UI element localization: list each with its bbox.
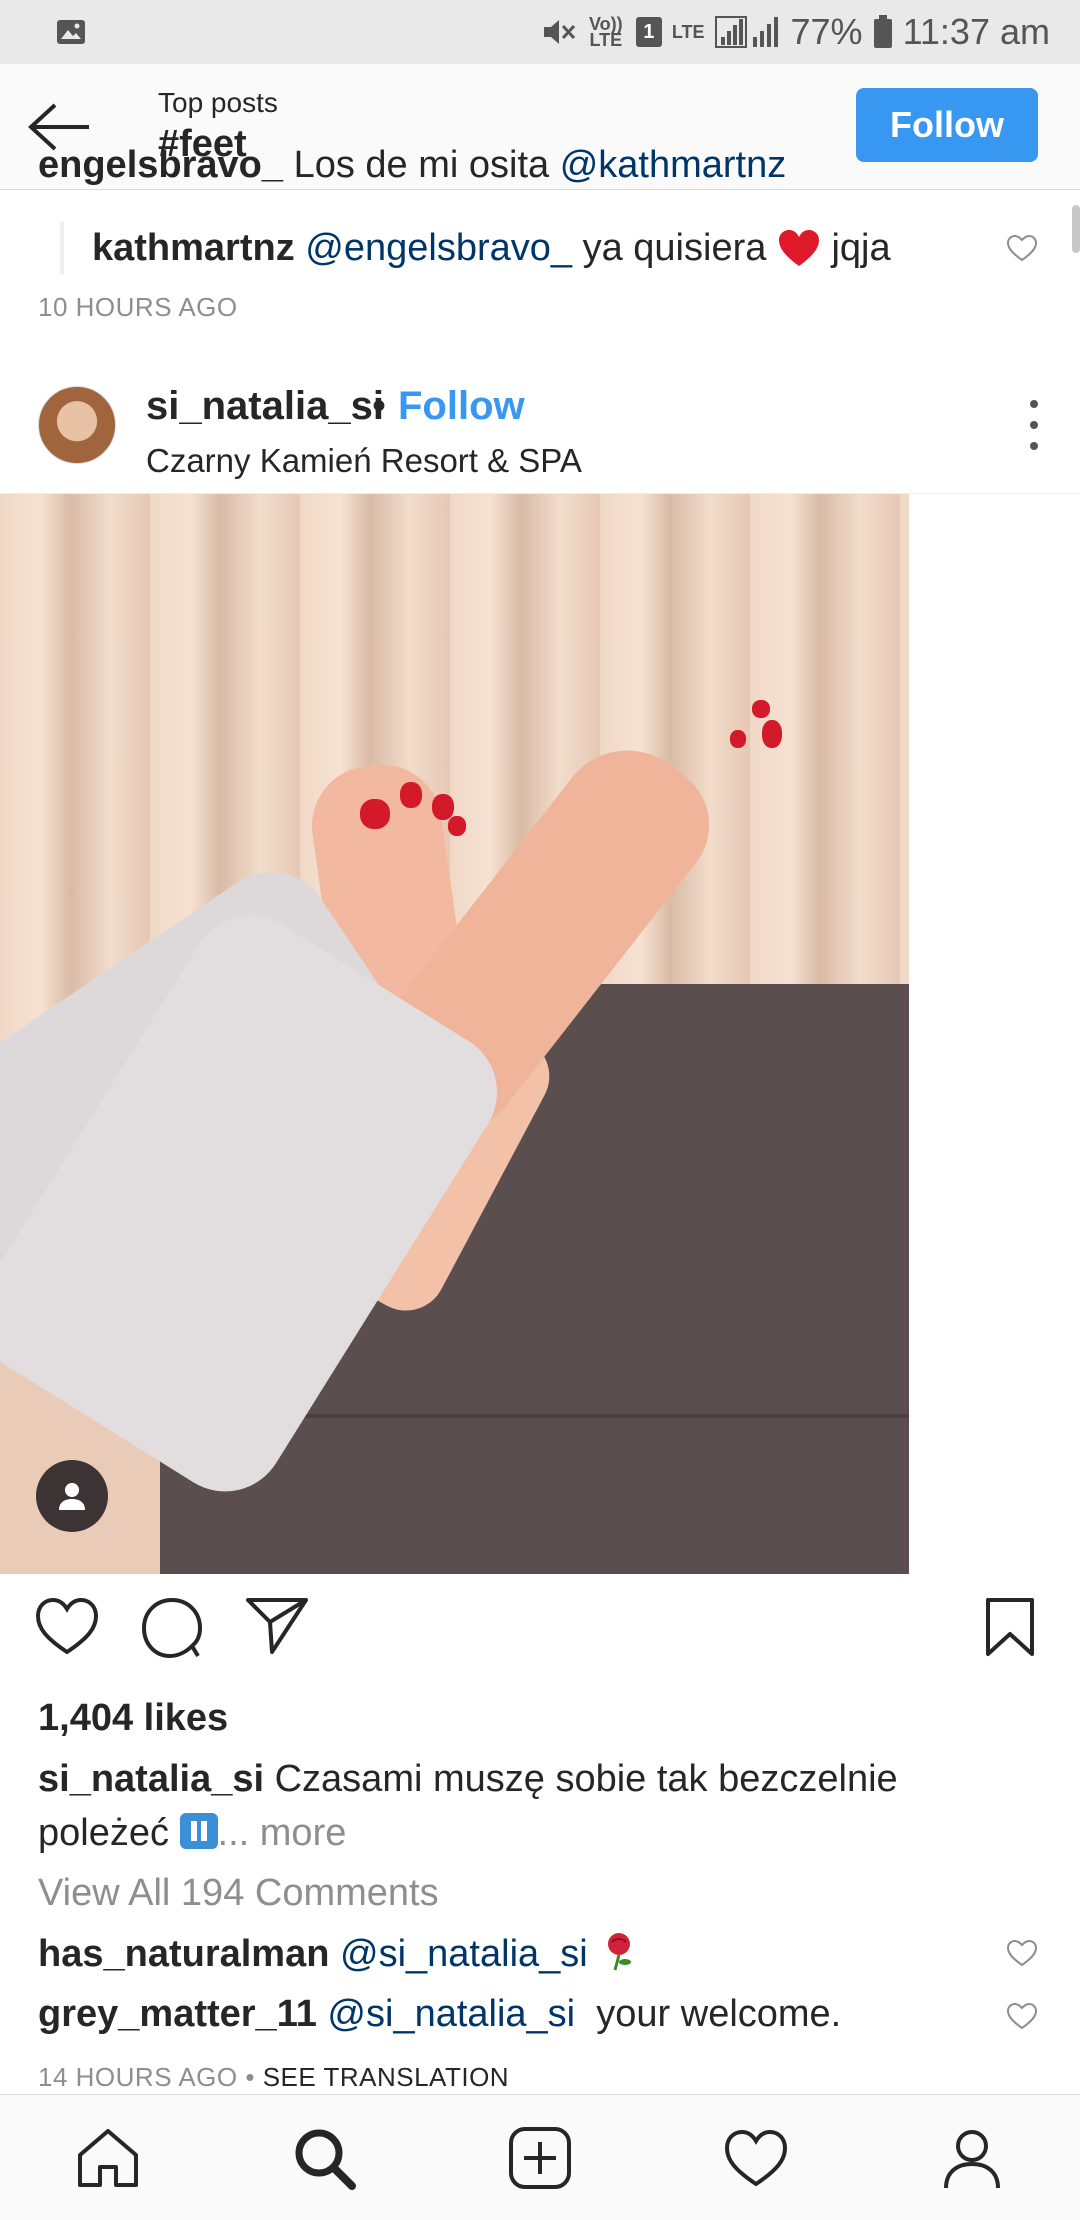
profile-icon [944,2129,1000,2188]
comment-row: grey_matter_11 @si_natalia_si your welco… [38,1993,841,2036]
pause-emoji-icon [179,1813,218,1849]
battery-percent: 77% [790,11,863,52]
previous-post-timestamp: 10 HOURS AGO [38,292,238,322]
photo-toe [400,782,422,808]
person-tag-icon [59,1483,85,1510]
nav-home[interactable] [63,2113,153,2203]
activity-heart-icon [724,2129,788,2186]
reply-text-end: jqja [831,226,891,269]
clock: 11:37 am [902,11,1050,52]
comment-mention[interactable]: @si_natalia_si [340,1933,588,1975]
gallery-notification-icon [57,20,85,44]
photo-toe [448,816,466,836]
comment-mention[interactable]: @kathmartnz [560,144,787,186]
post-caption: si_natalia_si Czasami muszę sobie tak be… [38,1752,1038,1860]
photo-toe [762,720,782,748]
sim-indicator: 1 [635,17,662,47]
nav-new-post[interactable] [495,2113,585,2203]
tagged-people-button[interactable] [36,1460,108,1532]
like-reply-heart-icon[interactable] [1006,234,1038,262]
nav-search[interactable] [279,2113,369,2203]
comment-text: your welcome. [596,1993,842,2035]
comment-bubble-icon[interactable] [140,1596,204,1660]
header-subtitle: Top posts [158,87,278,118]
nav-profile[interactable] [927,2113,1017,2203]
more-options-icon[interactable] [1028,400,1040,450]
home-icon [78,2128,138,2187]
photo-toe [360,799,390,829]
reply-mention[interactable]: @engelsbravo_ [305,227,572,270]
like-count[interactable]: 1,404 likes [38,1697,228,1740]
signal-icon [714,16,778,48]
view-all-comments-link[interactable]: View All 194 Comments [38,1872,439,1915]
photo-toe [752,700,770,718]
comment-text: Los de mi osita [293,144,550,186]
comment-row: has_naturalman @si_natalia_si [38,1930,640,1976]
post-time: 14 HOURS AGO [38,2062,238,2092]
caption-more-link[interactable]: ... more [218,1812,347,1854]
comment-username[interactable]: engelsbravo_ [38,144,283,186]
photo-toe [432,794,454,820]
post-photo[interactable] [0,494,909,1574]
reply-text: ya quisiera [582,226,767,269]
share-direct-icon[interactable] [244,1596,310,1656]
see-translation-link[interactable]: SEE TRANSLATION [263,2062,509,2092]
post-location[interactable]: Czarny Kamień Resort & SPA [146,442,582,480]
volte-indicator: Vo)) LTE [589,14,623,50]
post-timestamp: 14 HOURS AGO • SEE TRANSLATION [38,2062,509,2093]
like-heart-icon[interactable] [34,1596,100,1656]
lte-indicator: LTE [671,22,705,42]
post-username[interactable]: si_natalia_si [146,384,384,429]
nav-activity[interactable] [711,2113,801,2203]
red-heart-emoji-icon [778,230,819,266]
comment-username[interactable]: has_naturalman [38,1933,329,1975]
reply-comment: kathmartnz @engelsbravo_ ya quisiera jqj… [60,222,891,274]
rose-emoji-icon [608,1933,632,1971]
photo-toe [730,730,746,748]
avatar[interactable] [38,386,116,464]
timestamp-separator: • [245,2062,255,2092]
follow-hashtag-button[interactable]: Follow [856,88,1038,162]
new-post-icon [509,2126,571,2189]
like-comment-heart-icon[interactable] [1006,1939,1038,1967]
separator-dot: • [372,384,387,428]
post-header: si_natalia_si • Follow Czarny Kamień Res… [0,370,1080,494]
scrollbar[interactable] [1072,205,1080,253]
save-bookmark-icon[interactable] [984,1596,1036,1658]
search-icon [295,2129,356,2190]
follow-user-button[interactable]: Follow [398,384,525,429]
previous-comment: engelsbravo_ Los de mi osita @kathmartnz [38,144,786,187]
battery-icon [873,15,892,48]
like-comment-heart-icon[interactable] [1006,2002,1038,2030]
comment-mention[interactable]: @si_natalia_si [327,1993,575,2035]
caption-username[interactable]: si_natalia_si [38,1758,264,1800]
comment-username[interactable]: grey_matter_11 [38,1993,317,2035]
bottom-navigation [0,2094,1080,2220]
reply-username[interactable]: kathmartnz [92,227,295,270]
status-bar: Vo)) LTE 1 LTE 77% 11:37 am [0,0,1080,64]
mute-icon [543,20,575,44]
post-actions [0,1596,1080,1676]
